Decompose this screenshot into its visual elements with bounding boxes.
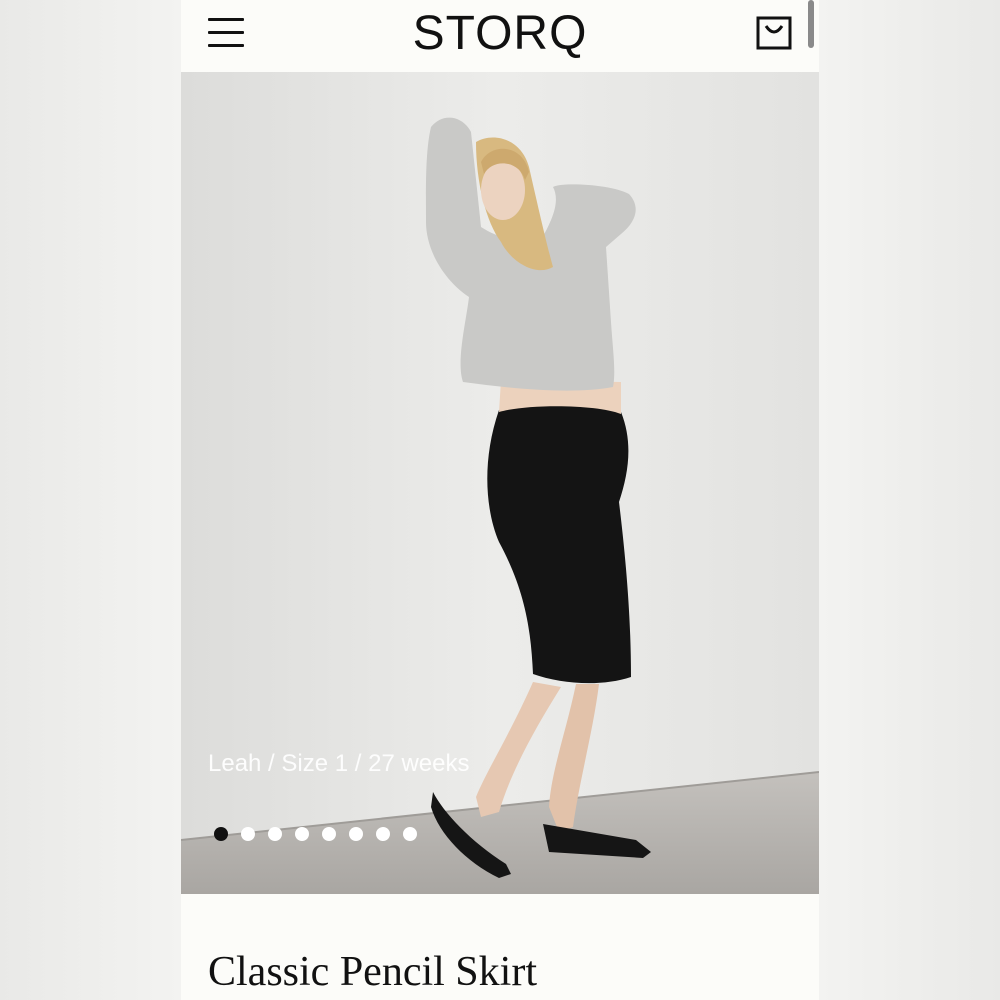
carousel-dot[interactable] xyxy=(376,827,390,841)
carousel-dot[interactable] xyxy=(322,827,336,841)
carousel-dot[interactable] xyxy=(214,827,228,841)
carousel-dot[interactable] xyxy=(268,827,282,841)
site-header: STORQ xyxy=(181,0,819,72)
carousel-dot[interactable] xyxy=(349,827,363,841)
carousel-dot[interactable] xyxy=(403,827,417,841)
model-caption: Leah / Size 1 / 27 weeks xyxy=(208,750,470,777)
carousel-dot[interactable] xyxy=(241,827,255,841)
scrollbar-thumb[interactable] xyxy=(808,0,814,48)
shopping-bag-icon[interactable] xyxy=(755,14,793,52)
brand-logo[interactable]: STORQ xyxy=(181,6,819,62)
product-title: Classic Pencil Skirt xyxy=(208,949,537,995)
product-image-carousel[interactable]: Leah / Size 1 / 27 weeks xyxy=(181,72,819,894)
mobile-viewport: STORQ Leah / Size 1 / 27 weeks Classic P… xyxy=(181,0,819,1000)
carousel-pagination xyxy=(214,827,417,843)
carousel-dot[interactable] xyxy=(295,827,309,841)
